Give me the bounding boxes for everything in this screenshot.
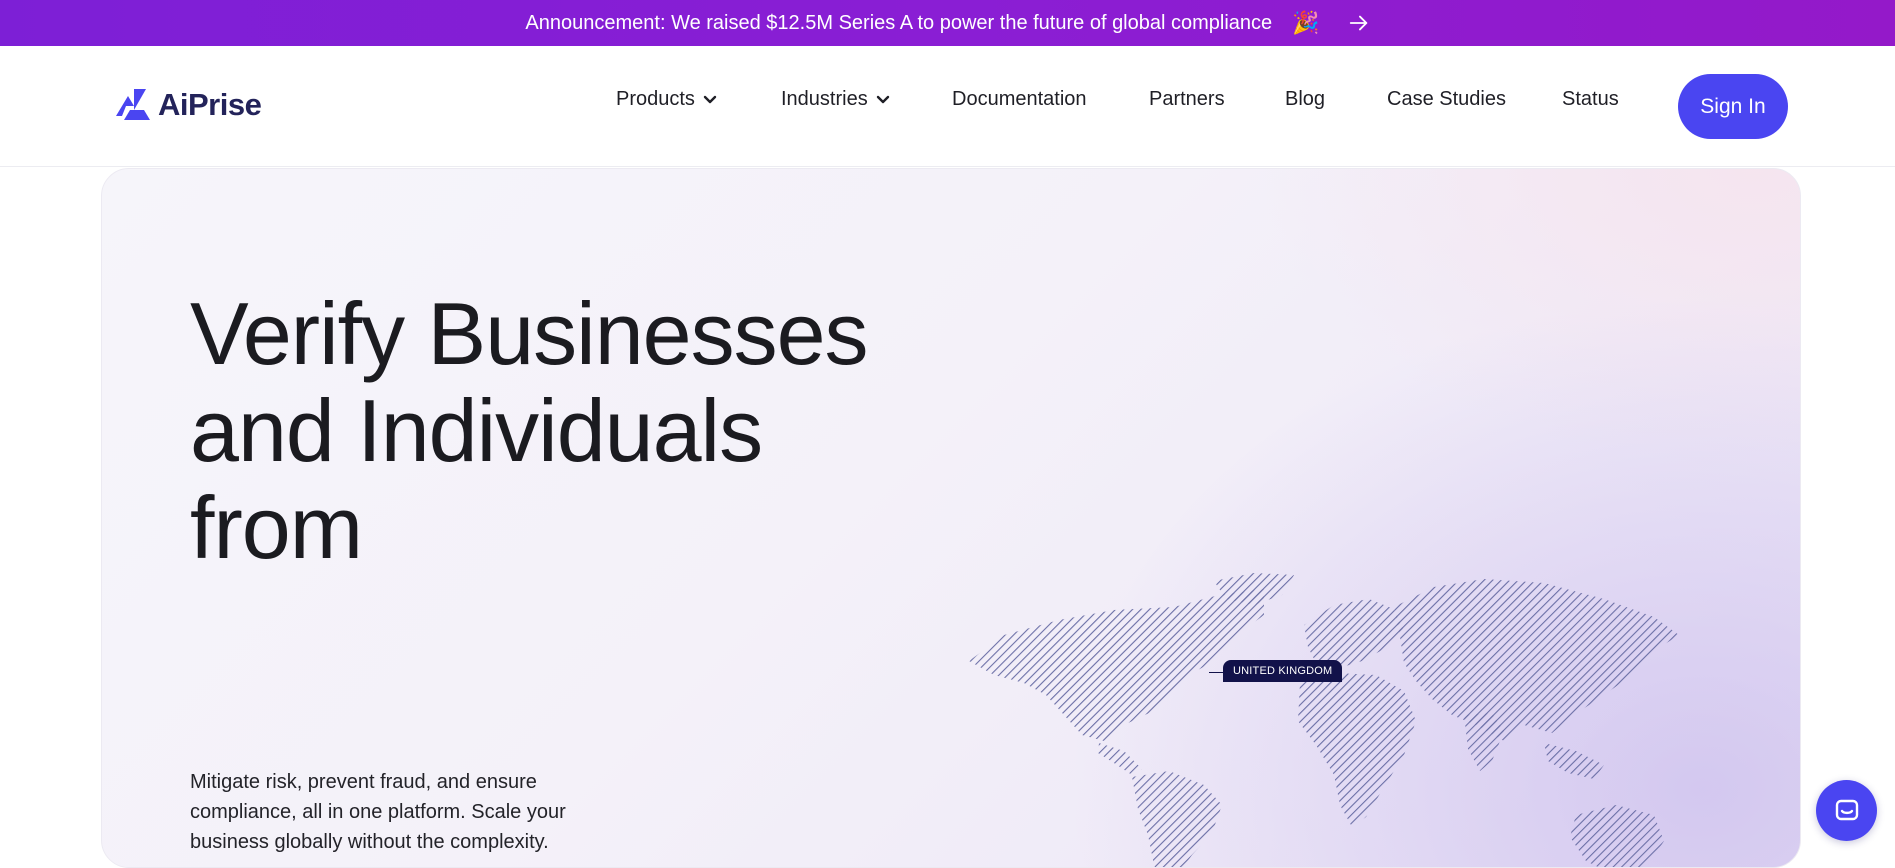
southeast-asia-shape	[1544, 743, 1604, 779]
world-map-illustration	[969, 573, 1679, 867]
hero-headline-line-1: Verify Businesses	[190, 284, 869, 383]
hero-headline-line-3: from	[190, 478, 363, 577]
chevron-down-icon	[703, 95, 717, 104]
map-badge-connector	[1209, 672, 1223, 673]
rotating-country-word: United Kingdom	[190, 699, 710, 707]
logo-mark-icon	[116, 89, 150, 120]
central-america-shape	[1098, 743, 1142, 775]
brand-logo[interactable]: AiPrise	[112, 86, 262, 124]
nav-industries[interactable]: Industries	[781, 86, 890, 112]
nav-case-studies[interactable]: Case Studies	[1387, 86, 1506, 112]
nav-blog-label: Blog	[1285, 87, 1326, 110]
north-america-shape	[969, 589, 1264, 741]
nav-blog[interactable]: Blog	[1285, 86, 1325, 112]
nav-documentation[interactable]: Documentation	[952, 86, 1087, 112]
party-popper-icon: 🎉	[1292, 10, 1320, 35]
chat-launcher-button[interactable]	[1816, 780, 1877, 841]
arrow-right-icon[interactable]	[1348, 12, 1370, 34]
nav-products-label: Products	[616, 87, 695, 110]
announcement-bar[interactable]: Announcement: We raised $12.5M Series A …	[0, 0, 1895, 46]
nav-industries-label: Industries	[781, 87, 868, 110]
top-navigation: AiPrise Products Industries Documentatio…	[0, 46, 1895, 167]
logo-text: AiPrise	[158, 87, 262, 122]
nav-status-label: Status	[1562, 87, 1619, 110]
hero-subtext: Mitigate risk, prevent fraud, and ensure…	[190, 771, 566, 853]
sign-in-button[interactable]: Sign In	[1678, 74, 1788, 139]
south-america-shape	[1132, 771, 1222, 867]
rotating-country-text: United Kingdom	[190, 699, 710, 707]
chat-bubble-icon	[1835, 799, 1858, 820]
europe-shape	[1304, 599, 1404, 669]
nav-case-studies-label: Case Studies	[1387, 87, 1506, 110]
nav-partners[interactable]: Partners	[1149, 86, 1225, 112]
africa-shape	[1298, 673, 1416, 827]
nav-partners-label: Partners	[1149, 87, 1225, 110]
nav-documentation-label: Documentation	[952, 87, 1087, 110]
hero-headline-line-2: and Individuals	[190, 381, 763, 480]
nav-status[interactable]: Status	[1562, 86, 1619, 112]
nav-products[interactable]: Products	[616, 86, 717, 112]
asia-shape	[1394, 579, 1679, 741]
hero-headline: Verify Businesses and Individuals from	[190, 285, 950, 576]
chevron-down-icon	[876, 95, 889, 104]
announcement-text[interactable]: Announcement: We raised $12.5M Series A …	[525, 12, 1272, 35]
map-country-badge: UNITED KINGDOM	[1223, 660, 1343, 682]
hero-section: Verify Businesses and Individuals from U…	[101, 168, 1801, 868]
